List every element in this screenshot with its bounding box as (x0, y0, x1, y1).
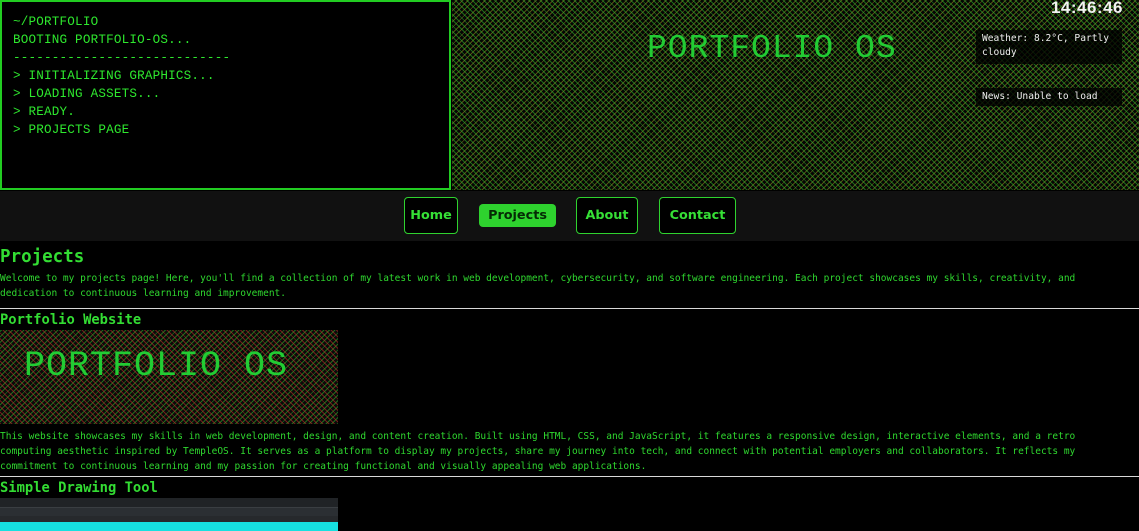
project-card: Portfolio Website PORTFOLIO OS This webs… (0, 310, 1139, 474)
main-content: Projects Welcome to my projects page! He… (0, 246, 1139, 531)
project-thumbnail[interactable] (0, 498, 338, 531)
page-title: Projects (0, 247, 85, 267)
thumbnail-address-bar (0, 507, 338, 516)
project-description: This website showcases my skills in web … (0, 431, 1076, 472)
project-thumbnail[interactable]: PORTFOLIO OS (0, 330, 338, 424)
nav-contact-button[interactable]: Contact (659, 197, 736, 234)
project-title: Portfolio Website (0, 312, 142, 328)
terminal-line: ---------------------------- (13, 51, 231, 65)
project-card: Simple Drawing Tool (0, 478, 1139, 531)
news-widget: News: Unable to load (976, 88, 1122, 106)
clock: 14:46:46 (1050, 0, 1123, 17)
terminal-line: > INITIALIZING GRAPHICS... (13, 69, 215, 83)
page-intro: Welcome to my projects page! Here, you'l… (0, 273, 1076, 299)
nav-projects-button[interactable]: Projects (479, 204, 556, 227)
terminal-line: > LOADING ASSETS... (13, 87, 161, 101)
section-divider (0, 308, 1139, 309)
terminal-line: > READY. (13, 105, 76, 119)
weather-widget: Weather: 8.2°C, Partly cloudy (976, 30, 1122, 64)
main-nav: Home Projects About Contact (0, 191, 1139, 241)
nav-home-button[interactable]: Home (404, 197, 458, 234)
site-title: PORTFOLIO OS (647, 30, 897, 67)
header-area: ~/PORTFOLIO BOOTING PORTFOLIO-OS... ----… (0, 0, 1139, 191)
terminal-line: ~/PORTFOLIO (13, 15, 99, 29)
nav-about-button[interactable]: About (576, 197, 638, 234)
terminal-line: BOOTING PORTFOLIO-OS... (13, 33, 192, 47)
thumbnail-browser-tabs (0, 498, 338, 507)
header-banner: PORTFOLIO OS 14:46:46 Weather: 8.2°C, Pa… (452, 0, 1139, 190)
project-title: Simple Drawing Tool (0, 480, 158, 496)
terminal-line: > PROJECTS PAGE (13, 123, 130, 137)
section-divider (0, 476, 1139, 477)
thumbnail-logo-text: PORTFOLIO OS (24, 346, 289, 386)
thumbnail-page-area (0, 522, 338, 531)
boot-terminal: ~/PORTFOLIO BOOTING PORTFOLIO-OS... ----… (0, 0, 451, 190)
